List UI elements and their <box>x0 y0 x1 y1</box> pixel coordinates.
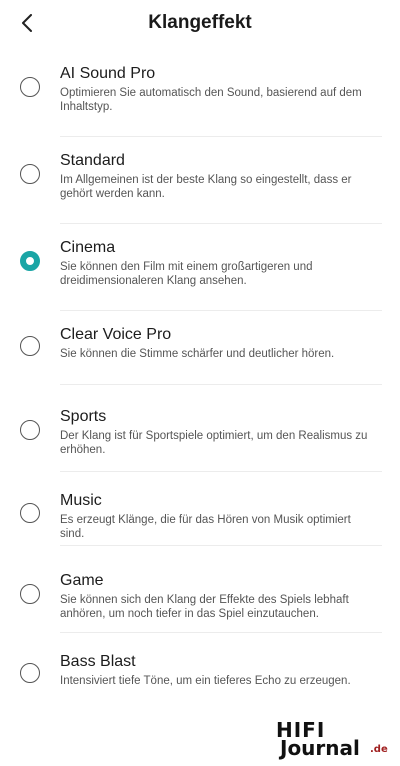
sound-option-cinema[interactable]: Cinema Sie können den Film mit einem gro… <box>0 224 400 311</box>
radio-button[interactable] <box>20 503 40 523</box>
radio-button[interactable] <box>20 584 40 604</box>
option-name: AI Sound Pro <box>60 65 156 82</box>
option-description: Es erzeugt Klänge, die für das Hören von… <box>60 514 351 540</box>
watermark-suffix: .de <box>370 744 388 755</box>
option-name: Bass Blast <box>60 653 136 670</box>
sound-option-ai-sound-pro[interactable]: AI Sound Pro Optimieren Sie automatisch … <box>0 50 400 137</box>
radio-button[interactable] <box>20 336 40 356</box>
option-description: Der Klang ist für Sportspiele optimiert,… <box>60 430 368 456</box>
radio-button[interactable] <box>20 420 40 440</box>
option-name: Clear Voice Pro <box>60 326 172 343</box>
option-name: Standard <box>60 152 125 169</box>
sound-option-bass-blast[interactable]: Bass Blast Intensiviert tiefe Töne, um e… <box>0 633 400 703</box>
option-description: Sie können sich den Klang der Effekte de… <box>60 594 349 620</box>
option-description: Sie können den Film mit einem großartige… <box>60 261 313 287</box>
app-header: Klangeffekt <box>0 0 400 46</box>
radio-button[interactable] <box>20 164 40 184</box>
sound-effect-list: AI Sound Pro Optimieren Sie automatisch … <box>0 50 400 703</box>
option-description: Im Allgemeinen ist der beste Klang so ei… <box>60 174 352 200</box>
watermark-line2: Journal <box>280 736 360 760</box>
option-name: Music <box>60 492 102 509</box>
radio-button[interactable] <box>20 77 40 97</box>
sound-option-clear-voice-pro[interactable]: Clear Voice Pro Sie können die Stimme sc… <box>0 311 400 385</box>
option-name: Sports <box>60 408 107 425</box>
option-description: Optimieren Sie automatisch den Sound, ba… <box>60 87 362 113</box>
option-name: Game <box>60 572 104 589</box>
radio-button[interactable] <box>20 663 40 683</box>
sound-option-standard[interactable]: Standard Im Allgemeinen ist der beste Kl… <box>0 137 400 224</box>
page-title: Klangeffekt <box>148 12 252 33</box>
sound-option-sports[interactable]: Sports Der Klang ist für Sportspiele opt… <box>0 385 400 472</box>
radio-button[interactable] <box>20 251 40 271</box>
option-description: Intensiviert tiefe Töne, um ein tieferes… <box>60 675 351 687</box>
sound-option-game[interactable]: Game Sie können sich den Klang der Effek… <box>0 546 400 633</box>
option-name: Cinema <box>60 239 116 256</box>
hifi-journal-watermark: HIFI Journal .de <box>270 718 390 760</box>
option-description: Sie können die Stimme schärfer und deutl… <box>60 348 335 360</box>
sound-option-music[interactable]: Music Es erzeugt Klänge, die für das Hör… <box>0 472 400 546</box>
